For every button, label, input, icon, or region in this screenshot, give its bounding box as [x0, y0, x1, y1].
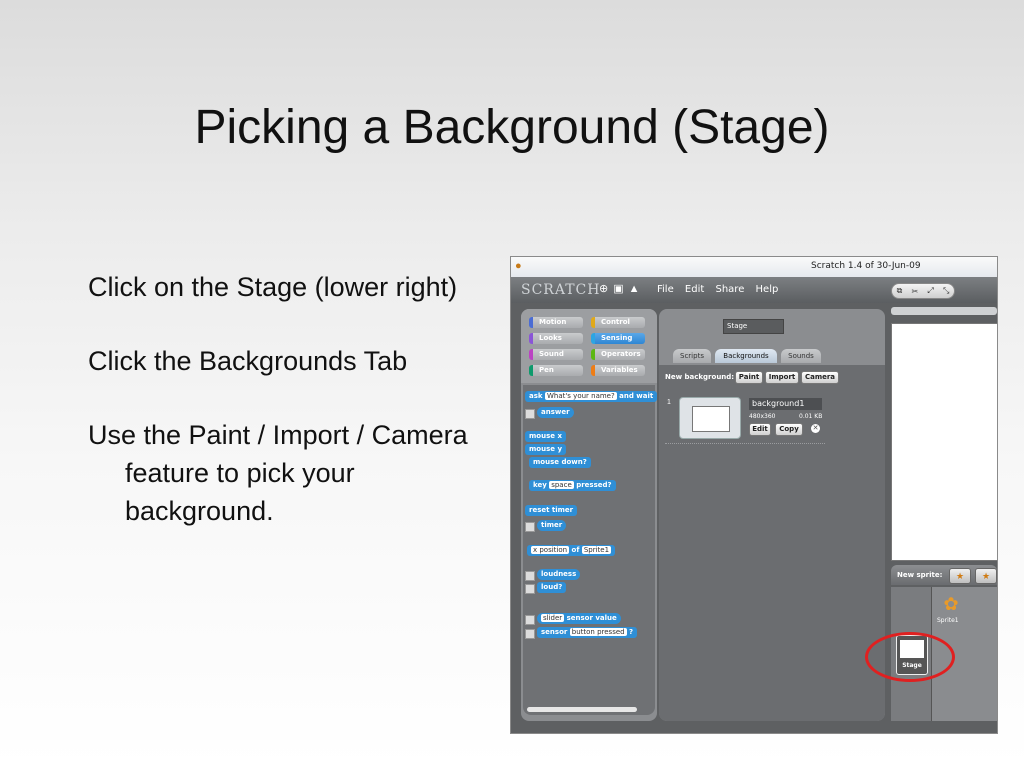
key-slot[interactable]: space: [549, 481, 574, 489]
key-pressed-block[interactable]: key space pressed?: [529, 480, 616, 491]
copy-button[interactable]: Copy: [775, 423, 803, 436]
scratch-cat-icon: ●: [515, 260, 522, 272]
camera-button[interactable]: Camera: [801, 371, 839, 384]
toolbar-icons: ⊕ ▣ ▲: [599, 282, 645, 295]
delete-icon[interactable]: ✕: [811, 424, 820, 433]
key-label: key: [533, 481, 547, 489]
sensor-value-block[interactable]: slider sensor value: [537, 613, 621, 624]
category-selector: Motion Control Looks Sensing Sound Opera…: [521, 309, 657, 383]
sensor-pressed-block[interactable]: sensor button pressed ?: [537, 627, 638, 638]
save-icon[interactable]: ▣: [613, 283, 623, 295]
bullet-3: Use the Paint / Import / Camera feature …: [88, 420, 468, 526]
attribute-slot[interactable]: x position: [531, 546, 570, 554]
cursor-tools: ⧉ ✂ ⤢ ⤡: [891, 283, 955, 299]
loudness-checkbox[interactable]: [525, 571, 535, 581]
scripts-panel: Stage Scripts Backgrounds Sounds New bac…: [659, 309, 885, 721]
sensor-value-label: sensor value: [566, 614, 617, 622]
background-dimensions: 480x360: [749, 413, 776, 420]
new-sprite-bar: New sprite: ★ ★: [891, 565, 997, 585]
timer-checkbox[interactable]: [525, 522, 535, 532]
background-thumbnail[interactable]: [679, 397, 741, 439]
answer-checkbox[interactable]: [525, 409, 535, 419]
paint-button[interactable]: Paint: [735, 371, 763, 384]
globe-icon[interactable]: ⊕: [599, 283, 608, 295]
stage-canvas[interactable]: [891, 323, 997, 561]
category-control[interactable]: Control: [591, 317, 645, 328]
menu: File Edit Share Help: [657, 284, 786, 295]
category-variables[interactable]: Variables: [591, 365, 645, 376]
stage-header: [891, 307, 997, 315]
category-looks[interactable]: Looks: [529, 333, 583, 344]
menu-share[interactable]: Share: [715, 284, 744, 295]
duplicate-icon[interactable]: ⧉: [897, 286, 903, 296]
mouse-x-block[interactable]: mouse x: [525, 431, 566, 442]
ask-block[interactable]: ask What's your name? and wait: [525, 391, 658, 402]
cat-sprite-icon[interactable]: ✿: [941, 593, 961, 615]
delete-tool-icon[interactable]: ✂: [912, 287, 919, 296]
loudness-block[interactable]: loudness: [537, 569, 581, 580]
highlight-circle: [865, 632, 955, 682]
background-index: 1: [667, 399, 671, 406]
list-divider: [665, 443, 825, 444]
block-palette: Motion Control Looks Sensing Sound Opera…: [521, 309, 658, 721]
sprite1-label: Sprite1: [937, 617, 959, 624]
new-sprite-label: New sprite:: [897, 571, 943, 579]
reset-timer-block[interactable]: reset timer: [525, 505, 578, 516]
tab-backgrounds[interactable]: Backgrounds: [715, 349, 777, 363]
and-wait-label: and wait: [619, 392, 654, 400]
bullet-1: Click on the Stage (lower right): [88, 272, 458, 302]
category-sound[interactable]: Sound: [529, 349, 583, 360]
window-titlebar: ● Scratch 1.4 of 30-Jun-09: [511, 257, 997, 278]
window-title: Scratch 1.4 of 30-Jun-09: [811, 261, 921, 271]
of-label: of: [571, 546, 580, 554]
question-label: ?: [629, 628, 634, 636]
choose-sprite-icon[interactable]: ★: [975, 568, 997, 584]
sprite-slot[interactable]: Sprite1: [581, 546, 612, 554]
menu-bar: SCRATCH ⊕ ▣ ▲ File Edit Share Help ⧉ ✂ ⤢ ⤡: [511, 277, 997, 303]
button-pressed-slot[interactable]: button pressed: [569, 628, 627, 636]
bullet-list: Click on the Stage (lower right) Click t…: [88, 268, 508, 566]
menu-file[interactable]: File: [657, 284, 674, 295]
category-operators[interactable]: Operators: [591, 349, 645, 360]
answer-block[interactable]: answer: [537, 407, 574, 418]
ask-label: ask: [529, 392, 543, 400]
loud-checkbox[interactable]: [525, 584, 535, 594]
background-filesize: 0.01 KB: [799, 413, 823, 420]
mouse-down-block[interactable]: mouse down?: [529, 457, 591, 468]
import-button[interactable]: Import: [765, 371, 799, 384]
category-sensing[interactable]: Sensing: [591, 333, 645, 344]
backgrounds-pane: New background: Paint Import Camera 1 ba…: [659, 365, 885, 721]
scratch-logo: SCRATCH: [521, 282, 601, 298]
bullet-2: Click the Backgrounds Tab: [88, 346, 408, 376]
blocks-list: ask What's your name? and wait answer mo…: [523, 385, 658, 715]
sensor-label: sensor: [541, 628, 568, 636]
sensor-checkbox[interactable]: [525, 629, 535, 639]
sensor-value-checkbox[interactable]: [525, 615, 535, 625]
category-motion[interactable]: Motion: [529, 317, 583, 328]
share-icon[interactable]: ▲: [629, 283, 640, 295]
grow-icon[interactable]: ⤢: [927, 286, 933, 296]
pressed-label: pressed?: [576, 481, 612, 489]
loud-block[interactable]: loud?: [537, 582, 567, 593]
menu-help[interactable]: Help: [756, 284, 779, 295]
shrink-icon[interactable]: ⤡: [943, 286, 949, 296]
tab-sounds[interactable]: Sounds: [781, 349, 821, 363]
slide-title: Picking a Background (Stage): [194, 101, 830, 154]
new-background-label: New background:: [665, 373, 735, 381]
paint-sprite-icon[interactable]: ★: [949, 568, 971, 584]
attribute-of-block[interactable]: x position of Sprite1: [527, 545, 616, 556]
mouse-y-block[interactable]: mouse y: [525, 444, 567, 455]
timer-block[interactable]: timer: [537, 520, 567, 531]
slider-slot[interactable]: slider: [541, 614, 565, 622]
tab-scripts[interactable]: Scripts: [673, 349, 711, 363]
menu-edit[interactable]: Edit: [685, 284, 704, 295]
background-name-field[interactable]: background1: [749, 398, 822, 410]
ask-slot[interactable]: What's your name?: [544, 392, 617, 400]
edit-button[interactable]: Edit: [749, 423, 771, 436]
palette-scrollbar[interactable]: [527, 707, 637, 712]
tab-bar: Scripts Backgrounds Sounds: [659, 349, 885, 365]
sprite-name-field[interactable]: Stage: [723, 319, 784, 334]
category-pen[interactable]: Pen: [529, 365, 583, 376]
